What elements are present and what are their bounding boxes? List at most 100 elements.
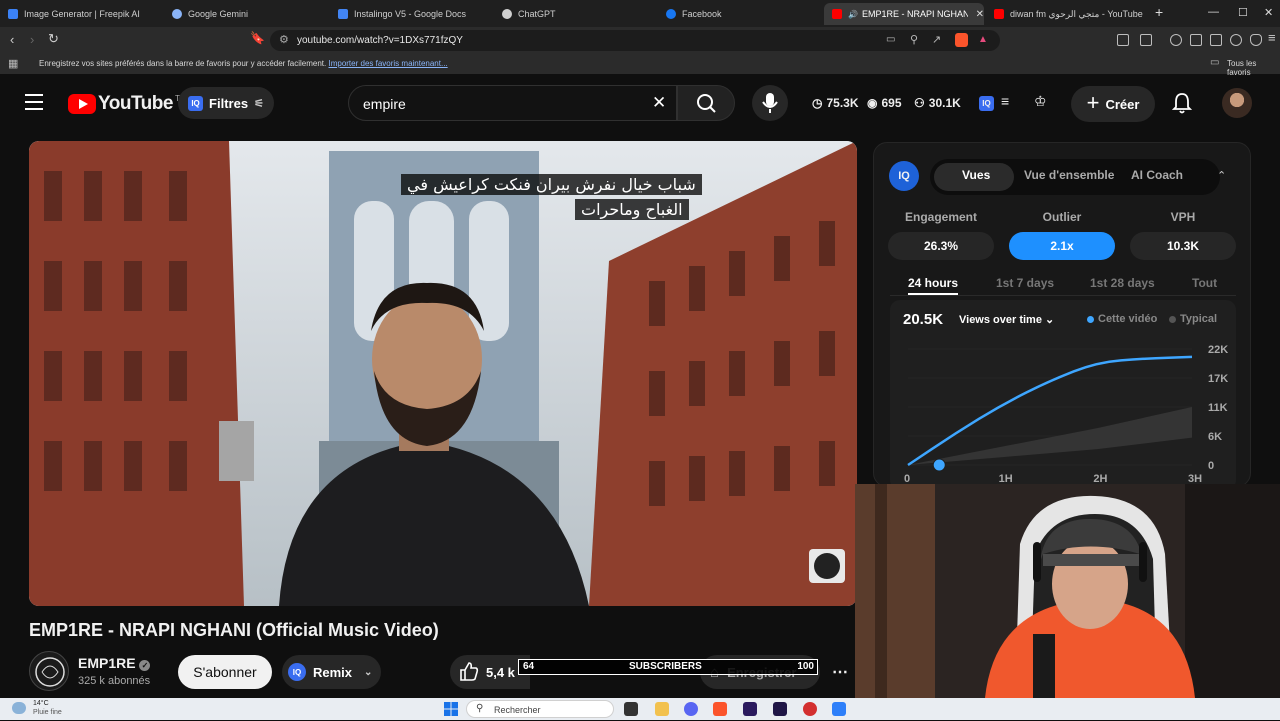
chatgpt-icon bbox=[502, 9, 512, 19]
address-toolbar: ‹ › ↻ 🔖 ⚙ youtube.com/watch?v=1DXs771fzQ… bbox=[0, 27, 1280, 54]
search-input[interactable]: empire ✕ bbox=[348, 85, 677, 121]
file-explorer-icon[interactable] bbox=[655, 702, 669, 716]
chevron-down-icon[interactable]: ⌄ bbox=[364, 667, 372, 678]
brave-icon[interactable] bbox=[713, 702, 727, 716]
brave-rewards-icon[interactable]: ▲ bbox=[978, 34, 988, 45]
search-button[interactable] bbox=[677, 85, 735, 121]
notifications-bell-icon[interactable] bbox=[1171, 92, 1193, 119]
browser-tab[interactable]: Facebook bbox=[666, 3, 816, 25]
more-actions-icon[interactable]: ⋯ bbox=[832, 662, 849, 682]
reload-icon[interactable]: ↻ bbox=[48, 31, 59, 47]
bookmarks-hint: Enregistrez vos sites préférés dans la b… bbox=[39, 59, 448, 68]
new-tab-button[interactable]: + bbox=[1155, 4, 1163, 20]
range-28-days[interactable]: 1st 28 days bbox=[1090, 276, 1155, 290]
forward-icon[interactable]: › bbox=[30, 32, 34, 47]
app-icon[interactable] bbox=[832, 702, 846, 716]
hamburger-menu-icon[interactable] bbox=[25, 94, 43, 110]
browser-tab-active[interactable]: 🔊 EMP1RE - NRAPI NGHANI (O ✕ bbox=[824, 3, 984, 25]
start-windows-icon[interactable] bbox=[444, 702, 458, 721]
browser-tab[interactable]: Instalingo V5 - Google Docs bbox=[338, 3, 488, 25]
share-icon[interactable]: ↗ bbox=[932, 33, 941, 46]
voice-search-button[interactable] bbox=[752, 85, 788, 121]
y-tick-label: 11K bbox=[1208, 402, 1228, 414]
import-bookmarks-link[interactable]: Importer des favoris maintenant... bbox=[328, 59, 447, 68]
browser-tab[interactable]: ChatGPT bbox=[502, 3, 652, 25]
url-bar[interactable]: ⚙ youtube.com/watch?v=1DXs771fzQY ▭ ⚲ ↗ … bbox=[270, 30, 1000, 51]
video-player[interactable]: شباب خيال نفرش بيران فنكت كراعيش في الغب… bbox=[29, 141, 857, 606]
range-all[interactable]: Tout bbox=[1192, 276, 1217, 290]
app-icon[interactable] bbox=[803, 702, 817, 716]
brave-shields-icon[interactable] bbox=[955, 33, 968, 47]
close-tab-icon[interactable]: ✕ bbox=[976, 9, 984, 20]
sidebar-icon[interactable] bbox=[1190, 34, 1202, 46]
taskbar-search-input[interactable]: ⚲ Rechercher bbox=[466, 700, 614, 718]
all-favorites-link[interactable]: Tous les favoris bbox=[1227, 59, 1280, 77]
range-24-hours[interactable]: 24 hours bbox=[908, 276, 959, 295]
tab-overview[interactable]: Vue d'ensemble bbox=[1024, 168, 1114, 182]
bookmark-icon[interactable]: 🔖 bbox=[250, 31, 265, 45]
youtube-logo[interactable]: YouTube TN bbox=[68, 93, 186, 115]
metric-vph[interactable]: 10.3K bbox=[1130, 232, 1236, 260]
subscriber-goal-overlay: 64 SUBSCRIBERS 100 bbox=[518, 659, 818, 675]
range-7-days[interactable]: 1st 7 days bbox=[996, 276, 1054, 290]
subscribe-button[interactable]: S'abonner bbox=[178, 655, 272, 689]
metric-outlier[interactable]: 2.1x bbox=[1009, 232, 1115, 260]
youtube-favicon-icon bbox=[994, 9, 1004, 19]
browser-tab[interactable]: Google Gemini bbox=[172, 3, 322, 25]
clear-search-icon[interactable]: ✕ bbox=[652, 93, 666, 113]
facebook-icon bbox=[666, 9, 676, 19]
create-button[interactable]: + Créer bbox=[1071, 86, 1155, 122]
filters-button[interactable]: IQ Filtres ⚟ bbox=[178, 87, 274, 119]
iq-icon: IQ bbox=[288, 663, 306, 681]
trophy-icon[interactable]: ♔ bbox=[1034, 93, 1047, 110]
menu-icon[interactable]: ≡ bbox=[1268, 30, 1276, 45]
webcam-frame bbox=[855, 484, 1280, 698]
task-view-icon[interactable] bbox=[624, 702, 638, 716]
after-effects-icon[interactable] bbox=[773, 702, 787, 716]
music-icon[interactable] bbox=[1170, 34, 1182, 46]
back-icon[interactable]: ‹ bbox=[10, 32, 14, 47]
metric-label: Engagement bbox=[904, 210, 977, 224]
search-value: empire bbox=[363, 96, 406, 112]
close-window-icon[interactable]: ✕ bbox=[1264, 6, 1273, 19]
subscriber-count: 325 k abonnés bbox=[78, 675, 151, 687]
extensions-icon[interactable] bbox=[1117, 34, 1129, 46]
iq-icon[interactable]: IQ bbox=[979, 96, 994, 111]
views-over-time-chart: 22K17K11K6K00 1H 2H 3H bbox=[904, 344, 1228, 485]
list-icon[interactable]: ≡ bbox=[1001, 93, 1009, 109]
minimize-icon[interactable]: — bbox=[1208, 6, 1219, 18]
youtube-favicon-icon bbox=[832, 9, 842, 19]
premiere-pro-icon[interactable] bbox=[743, 702, 757, 716]
tab-vues[interactable]: Vues bbox=[962, 168, 990, 182]
discord-icon[interactable] bbox=[684, 702, 698, 716]
site-settings-icon[interactable]: ⚙ bbox=[279, 33, 289, 46]
collapse-chevron-icon[interactable]: ⌃ bbox=[1217, 169, 1226, 182]
video-frame bbox=[29, 141, 857, 606]
channel-name[interactable]: EMP1RE ✓ bbox=[78, 655, 151, 671]
remix-button[interactable]: IQ Remix ⌄ bbox=[282, 655, 381, 689]
goal-label: SUBSCRIBERS bbox=[629, 661, 702, 672]
stat-views: ◷ 75.3K bbox=[812, 96, 859, 110]
apps-grid-icon[interactable]: ▦ bbox=[8, 57, 18, 70]
weather-temp[interactable]: 14°C bbox=[33, 700, 49, 707]
browser-tab[interactable]: diwan fm متجي الرحوي - YouTube bbox=[994, 3, 1144, 25]
maximize-icon[interactable]: ☐ bbox=[1238, 6, 1248, 19]
channel-logo-icon bbox=[35, 657, 65, 687]
iq-logo-icon: IQ bbox=[889, 161, 919, 191]
wallet-icon[interactable] bbox=[1210, 34, 1222, 46]
browser-tab[interactable]: Image Generator | Freepik AI bbox=[8, 3, 158, 25]
channel-avatar[interactable] bbox=[29, 651, 69, 691]
cast-icon[interactable]: ▭ bbox=[886, 34, 895, 45]
goal-target: 100 bbox=[797, 661, 814, 672]
tab-title: Facebook bbox=[682, 9, 722, 19]
tab-ai-coach[interactable]: AI Coach bbox=[1131, 168, 1183, 182]
y-tick-label: 17K bbox=[1208, 373, 1228, 385]
vpn-icon[interactable] bbox=[1250, 34, 1262, 46]
metric-label: Outlier bbox=[1042, 210, 1082, 224]
ai-icon[interactable] bbox=[1230, 34, 1242, 46]
zoom-icon[interactable]: ⚲ bbox=[910, 33, 918, 46]
favicon bbox=[8, 9, 18, 19]
puzzle-icon[interactable] bbox=[1140, 34, 1152, 46]
metric-engagement[interactable]: 26.3% bbox=[888, 232, 994, 260]
avatar[interactable] bbox=[1222, 88, 1252, 118]
